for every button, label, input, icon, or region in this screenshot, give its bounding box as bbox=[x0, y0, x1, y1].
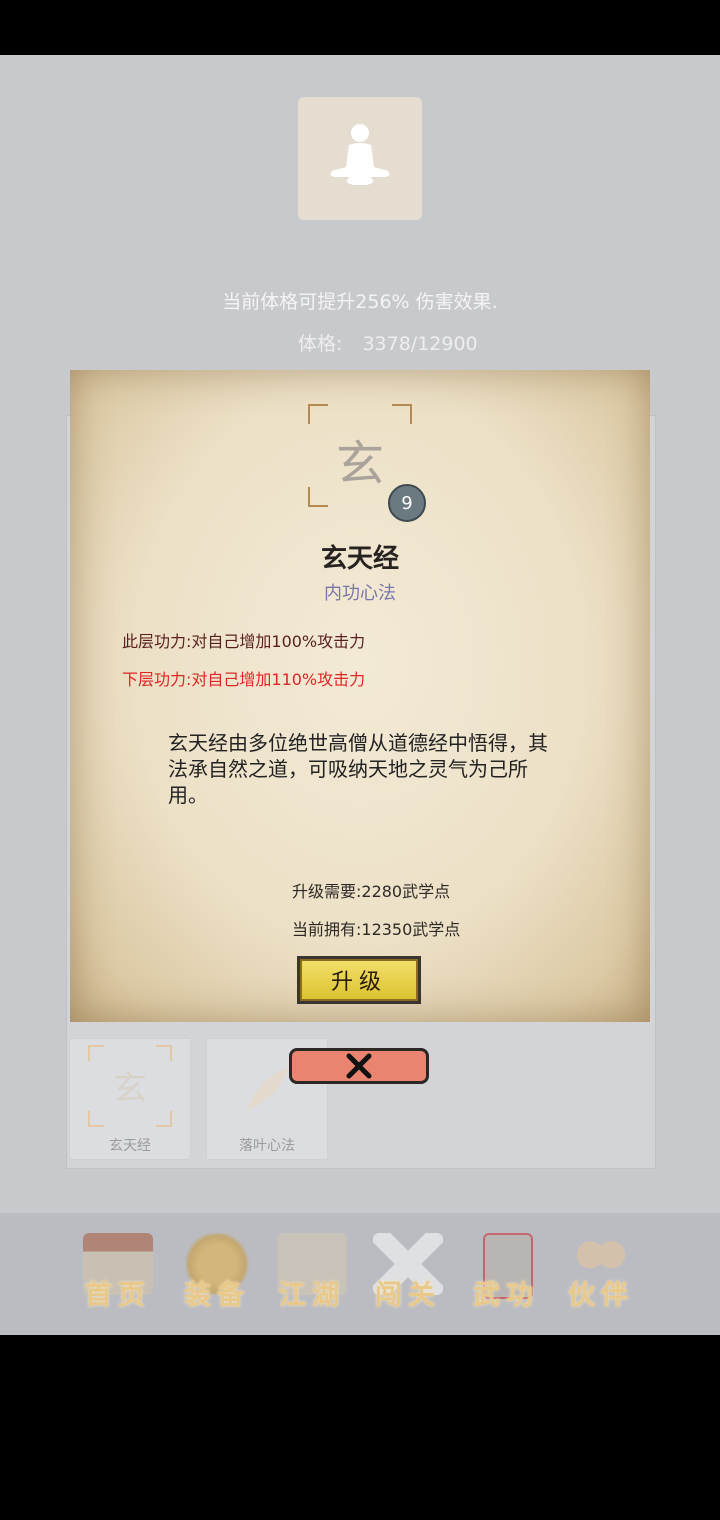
bracket-decoration bbox=[156, 1111, 172, 1127]
feather-icon bbox=[247, 1067, 289, 1111]
upgrade-cost: 升级需要:2280武学点 bbox=[292, 882, 451, 901]
skill-type: 内功心法 bbox=[324, 583, 396, 604]
skill-name: 玄天经 bbox=[320, 544, 399, 574]
nav-home[interactable]: 首页 bbox=[73, 1231, 163, 1321]
meditating-person-icon bbox=[298, 97, 422, 220]
skill-detail-dialog: 玄 9 玄天经 内功心法 此层功力:对自己增加100%攻击力 下层功力:对自己增… bbox=[70, 370, 650, 1022]
bottom-navigation: 首页 装备 江湖 闯关 武功 伙伴 bbox=[0, 1213, 720, 1335]
upgrade-button-label: 升级 bbox=[300, 959, 418, 1001]
bracket-decoration bbox=[156, 1045, 172, 1061]
stat-value: 3378/12900 bbox=[362, 333, 478, 355]
bracket-decoration bbox=[308, 404, 328, 424]
status-bar bbox=[0, 0, 720, 55]
bracket-decoration bbox=[392, 404, 412, 424]
bracket-decoration bbox=[308, 487, 328, 507]
skill-card-label: 落叶心法 bbox=[239, 1138, 295, 1154]
skill-card-label: 玄天经 bbox=[109, 1138, 151, 1154]
constitution-summary: 当前体格可提升256% 伤害效果. bbox=[222, 291, 498, 313]
nav-label: 首页 bbox=[85, 1280, 151, 1311]
close-x-icon bbox=[346, 1053, 372, 1079]
next-level-effect: 下层功力:对自己增加110%攻击力 bbox=[122, 670, 366, 689]
nav-martial-arts[interactable]: 武功 bbox=[461, 1231, 551, 1321]
skill-card-xuantianjing[interactable]: 玄 玄天经 bbox=[69, 1038, 191, 1160]
bracket-decoration bbox=[88, 1045, 104, 1061]
skill-level-badge: 9 bbox=[388, 484, 426, 522]
nav-jianghu[interactable]: 江湖 bbox=[267, 1231, 357, 1321]
bottom-black-area bbox=[0, 1335, 720, 1520]
nav-companions[interactable]: 伙伴 bbox=[556, 1231, 646, 1321]
nav-label: 装备 bbox=[184, 1280, 250, 1311]
skill-description: 玄天经由多位绝世高僧从道德经中悟得，其法承自然之道，可吸纳天地之灵气为己所用。 bbox=[168, 731, 548, 807]
nav-label: 伙伴 bbox=[568, 1280, 634, 1311]
nav-label: 江湖 bbox=[279, 1280, 345, 1311]
current-level-effect: 此层功力:对自己增加100%攻击力 bbox=[122, 632, 366, 651]
nav-challenge[interactable]: 闯关 bbox=[363, 1231, 453, 1321]
nav-label: 闯关 bbox=[375, 1280, 441, 1311]
close-button[interactable] bbox=[289, 1048, 429, 1084]
bracket-decoration bbox=[88, 1111, 104, 1127]
owned-points: 当前拥有:12350武学点 bbox=[292, 920, 461, 939]
nav-equipment[interactable]: 装备 bbox=[172, 1231, 262, 1321]
nav-label: 武功 bbox=[473, 1280, 539, 1311]
stat-label: 体格: bbox=[298, 333, 343, 355]
skill-card-glyph: 玄 bbox=[113, 1069, 147, 1109]
upgrade-button[interactable]: 升级 bbox=[297, 956, 421, 1004]
constitution-stat: 体格: 3378/12900 bbox=[298, 329, 492, 356]
skill-glyph: 玄 bbox=[335, 436, 384, 492]
martial-arts-screen: 当前体格可提升256% 伤害效果. 体格: 3378/12900 玄 玄天经 落… bbox=[0, 55, 720, 1335]
